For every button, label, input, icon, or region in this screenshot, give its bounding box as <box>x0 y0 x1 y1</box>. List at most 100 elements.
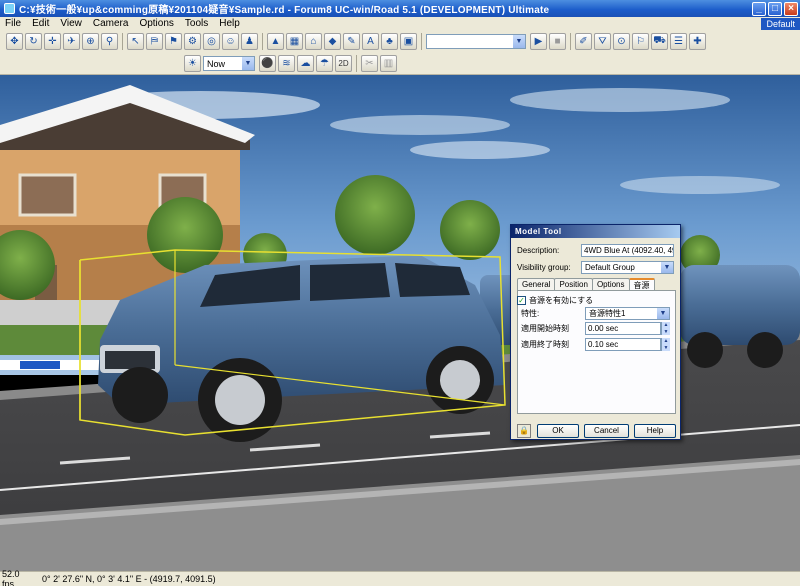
walk-icon[interactable]: ⚲ <box>101 33 118 50</box>
end-time-spinner[interactable]: 0.10 sec ▲ ▼ <box>585 338 670 351</box>
traffic-icon[interactable]: ⚙ <box>184 33 201 50</box>
separator <box>262 33 263 50</box>
title-bar: C:¥技術一般¥up&comming原稿¥201104疑音¥Sample.rd … <box>0 0 800 17</box>
dialog-title: Model Tool <box>511 225 680 238</box>
menu-file[interactable]: File <box>0 18 27 29</box>
help-button[interactable]: Help <box>634 424 676 438</box>
fly-icon[interactable]: ✈ <box>63 33 80 50</box>
orbit-icon[interactable]: ⊕ <box>82 33 99 50</box>
tab-options[interactable]: Options <box>591 278 630 290</box>
view-2d-button[interactable]: 2D <box>335 55 352 72</box>
rain-icon[interactable]: ☂ <box>316 55 333 72</box>
spinner-arrows-icon[interactable]: ▲ ▼ <box>661 322 670 335</box>
road-icon[interactable]: ⛿ <box>146 33 163 50</box>
chevron-down-icon[interactable]: ▼ <box>513 35 525 48</box>
start-time-row: 適用開始時刻 0.00 sec ▲ ▼ <box>521 322 670 335</box>
enable-sound-checkbox[interactable]: ✓ <box>517 296 526 305</box>
rotate-icon[interactable]: ↻ <box>25 33 42 50</box>
terrain-icon[interactable]: ▲ <box>267 33 284 50</box>
characteristic-row: 特性: 音源特性1 ▼ <box>521 307 670 320</box>
person-icon[interactable]: ♟ <box>241 33 258 50</box>
chevron-down-icon[interactable]: ▼ <box>657 308 669 319</box>
description-field[interactable]: 4WD Blue At (4092.40, 4912.91 <box>581 244 674 257</box>
cursor-icon[interactable]: ↖ <box>127 33 144 50</box>
scenario-combo[interactable]: ▼ <box>426 34 526 49</box>
separator <box>122 33 123 50</box>
camera-icon[interactable]: ⊙ <box>613 33 630 50</box>
start-time-field[interactable]: 0.00 sec <box>585 322 661 335</box>
tree-icon[interactable]: ♣ <box>381 33 398 50</box>
traffic-light-icon[interactable]: ⚫ <box>259 55 276 72</box>
separator <box>356 55 357 72</box>
split-icon[interactable]: ✂ <box>361 55 378 72</box>
paint-icon[interactable]: ✐ <box>575 33 592 50</box>
secondary-toolbar: ☀ Now ▼ ⚫ ≋ ☁ ☂ 2D ✂ ▥ <box>0 53 800 75</box>
sign-icon[interactable]: ⚐ <box>632 33 649 50</box>
close-button[interactable]: × <box>784 1 798 16</box>
time-combo[interactable]: Now ▼ <box>203 56 255 71</box>
characteristic-combo[interactable]: 音源特性1 ▼ <box>585 307 670 320</box>
menu-bar: File Edit View Camera Options Tools Help… <box>0 17 800 30</box>
move-icon[interactable]: ✥ <box>6 33 23 50</box>
sun-icon[interactable]: ☀ <box>184 55 201 72</box>
maximize-button[interactable]: □ <box>768 1 782 16</box>
enable-sound-row: ✓ 音源を有効にする <box>517 295 593 306</box>
time-combo-value: Now <box>207 58 226 69</box>
window-title: C:¥技術一般¥up&comming原稿¥201104疑音¥Sample.rd … <box>19 5 550 16</box>
separator <box>570 33 571 50</box>
cancel-button[interactable]: Cancel <box>584 424 629 438</box>
weather-icon[interactable]: ☁ <box>297 55 314 72</box>
chevron-down-icon[interactable]: ▼ <box>242 57 254 70</box>
add-icon[interactable]: ✚ <box>689 33 706 50</box>
fog-icon[interactable]: ≋ <box>278 55 295 72</box>
steering-icon[interactable]: ◎ <box>203 33 220 50</box>
description-row: Description: 4WD Blue At (4092.40, 4912.… <box>517 244 674 257</box>
end-time-label: 適用終了時刻 <box>521 340 569 349</box>
menu-tools[interactable]: Tools <box>180 18 214 29</box>
menu-edit[interactable]: Edit <box>27 18 55 29</box>
menu-options[interactable]: Options <box>134 18 179 29</box>
script-icon[interactable]: ☰ <box>670 33 687 50</box>
fps-readout: 52.0 fps <box>2 569 20 586</box>
description-label: Description: <box>517 246 560 255</box>
stop-icon[interactable]: ■ <box>549 33 566 50</box>
chevron-down-icon[interactable]: ▼ <box>661 262 673 273</box>
model-icon[interactable]: ◆ <box>324 33 341 50</box>
default-layout-badge[interactable]: Default <box>761 17 800 30</box>
lock-icon[interactable]: 🔒 <box>517 424 531 438</box>
enable-sound-label: 音源を有効にする <box>529 296 594 305</box>
vehicle-icon[interactable]: ⛟ <box>651 33 668 50</box>
start-time-spinner[interactable]: 0.00 sec ▲ ▼ <box>585 322 670 335</box>
pan-icon[interactable]: ✛ <box>44 33 61 50</box>
spinner-arrows-icon[interactable]: ▲ ▼ <box>661 338 670 351</box>
model-tool-dialog: Model Tool Description: 4WD Blue At (409… <box>510 224 681 440</box>
visibility-row: Visibility group: Default Group ▼ <box>517 261 674 274</box>
minimize-button[interactable]: _ <box>752 1 766 16</box>
end-time-row: 適用終了時刻 0.10 sec ▲ ▼ <box>521 338 670 351</box>
tab-position[interactable]: Position <box>554 278 593 290</box>
car-icon[interactable]: ⚑ <box>165 33 182 50</box>
characteristic-combo-value: 音源特性1 <box>589 309 626 318</box>
main-toolbar: ✥ ↻ ✛ ✈ ⊕ ⚲ ↖ ⛿ ⚑ ⚙ ◎ ☺ ♟ ▲ ▦ ⌂ ◆ ✎ A ♣ … <box>0 30 800 53</box>
menu-help[interactable]: Help <box>214 18 246 29</box>
signs-icon[interactable]: ✎ <box>343 33 360 50</box>
app-icon <box>4 3 15 14</box>
menu-view[interactable]: View <box>55 18 88 29</box>
menu-camera[interactable]: Camera <box>88 18 135 29</box>
image-icon[interactable]: ▣ <box>400 33 417 50</box>
dialog-tabs: General Position Options 音源 <box>517 278 655 291</box>
end-time-field[interactable]: 0.10 sec <box>585 338 661 351</box>
building-icon[interactable]: ⌂ <box>305 33 322 50</box>
coordinate-readout: 0° 2' 27.6" N, 0° 3' 4.1" E - (4919.7, 4… <box>42 574 216 584</box>
visibility-combo[interactable]: Default Group ▼ <box>581 261 674 274</box>
separator <box>421 33 422 50</box>
ok-button[interactable]: OK <box>537 424 579 438</box>
driver-icon[interactable]: ☺ <box>222 33 239 50</box>
play-icon[interactable]: ▶ <box>530 33 547 50</box>
visibility-combo-value: Default Group <box>585 263 635 272</box>
road-edit-icon[interactable]: ⛛ <box>594 33 611 50</box>
text-icon[interactable]: A <box>362 33 379 50</box>
grid-icon[interactable]: ▦ <box>286 33 303 50</box>
chart-icon[interactable]: ▥ <box>380 55 397 72</box>
tab-general[interactable]: General <box>517 278 556 290</box>
